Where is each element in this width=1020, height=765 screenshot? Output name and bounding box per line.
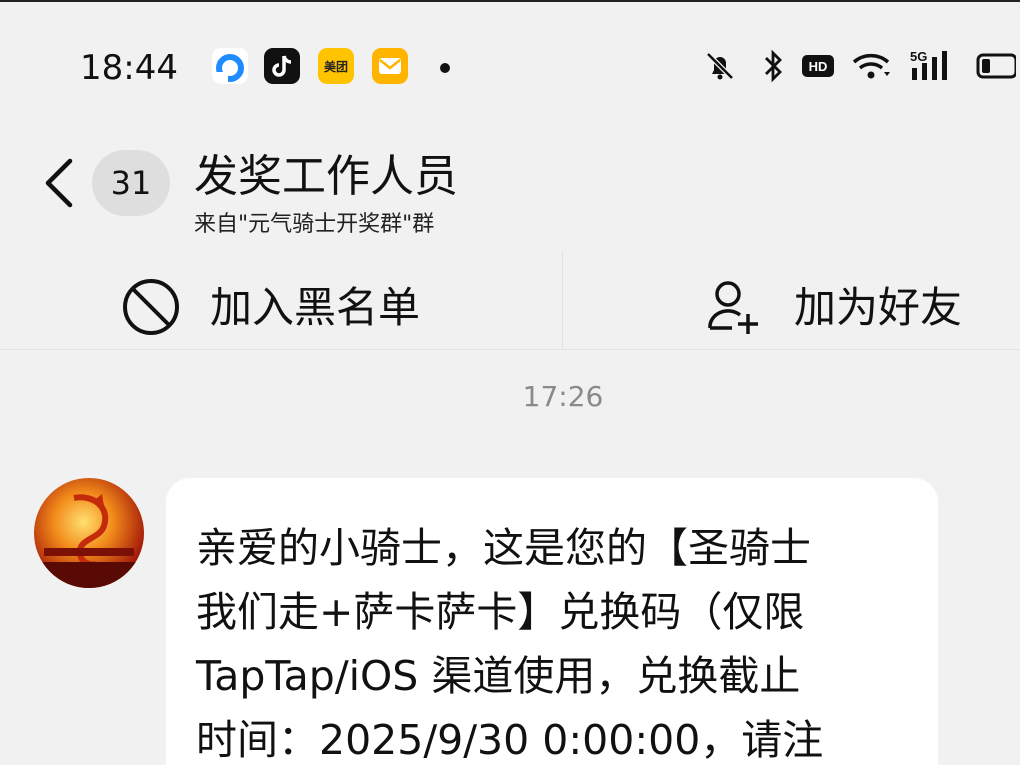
hd-icon: HD [802, 55, 834, 77]
message-line: 时间：2025/9/30 0:00:00，请注 [196, 716, 824, 764]
add-friend-icon [708, 281, 758, 334]
tiktok-icon [264, 48, 300, 84]
more-notifications-dot [440, 63, 450, 73]
message-line: 亲爱的小骑士，这是您的【圣骑士 [196, 524, 811, 572]
chat-title: 发奖工作人员 [194, 151, 458, 202]
network-label: 5G [910, 49, 927, 64]
unread-count-badge[interactable]: 31 [92, 150, 170, 216]
meituan-label: 美团 [323, 60, 348, 74]
qq-browser-icon [212, 48, 248, 84]
wifi-icon [852, 54, 890, 79]
sender-avatar[interactable] [34, 478, 144, 588]
message-bubble[interactable]: 亲爱的小骑士，这是您的【圣骑士 我们走+萨卡萨卡】兑换码（仅限 TapTap/i… [166, 478, 938, 765]
battery-icon [976, 53, 1016, 79]
hd-label: HD [809, 59, 828, 74]
add-to-blacklist-label: 加入黑名单 [210, 283, 421, 332]
status-bar: 18:44 美团 HD 5G [0, 30, 1020, 100]
block-icon [123, 279, 179, 335]
back-arrow-icon[interactable] [40, 157, 80, 209]
top-edge-line [0, 0, 1020, 2]
meituan-icon: 美团 [318, 48, 354, 84]
bell-muted-icon [706, 52, 734, 80]
message-line: 我们走+萨卡萨卡】兑换码（仅限 [196, 588, 805, 636]
message-line: TapTap/iOS 渠道使用，兑换截止 [196, 652, 801, 700]
chat-subtitle: 来自"元气骑士开奖群"群 [194, 212, 435, 237]
action-divider [562, 252, 563, 350]
mail-icon [372, 48, 408, 84]
status-time: 18:44 [80, 48, 178, 88]
signal-5g-icon: 5G [910, 49, 947, 80]
bluetooth-icon [765, 49, 782, 83]
action-bar: 加入黑名单 加为好友 [0, 252, 1020, 350]
message-timestamp: 17:26 [522, 380, 604, 413]
add-friend-label: 加为好友 [794, 283, 963, 332]
